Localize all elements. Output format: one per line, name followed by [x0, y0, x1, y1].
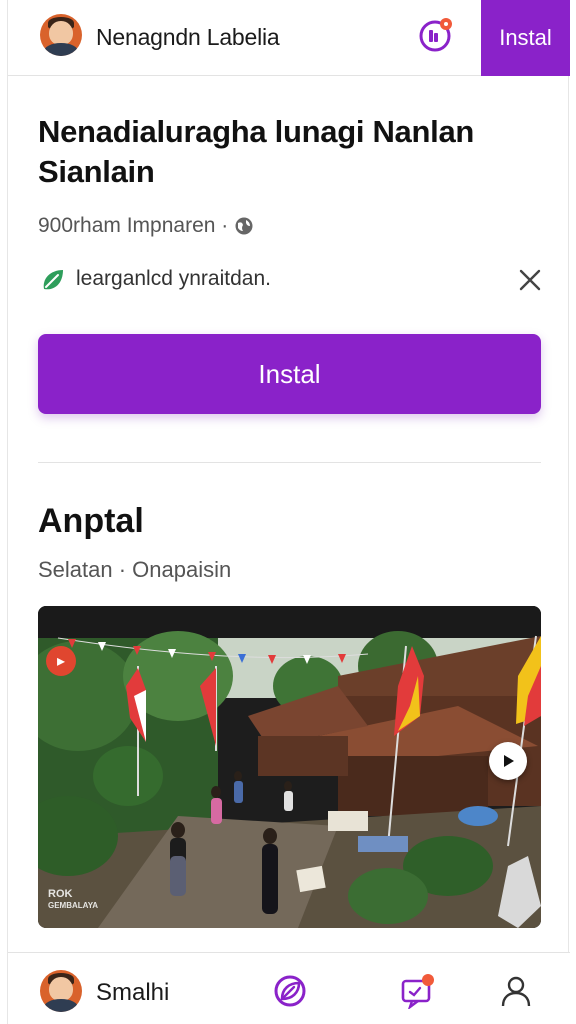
nav-profile-name[interactable]: Smalhi	[96, 979, 169, 1007]
nav-avatar[interactable]	[40, 970, 82, 1012]
header-avatar[interactable]	[40, 14, 82, 56]
divider	[38, 462, 541, 463]
section-subtitle: Selatan · Onapaisin	[38, 557, 232, 582]
profile-icon[interactable]	[498, 973, 534, 1009]
close-icon[interactable]	[517, 267, 543, 293]
bottom-navigation: Smalhi	[8, 952, 570, 1024]
play-icon	[504, 755, 514, 767]
app-frame: Nenagndn Labelia Instal Nenadialuragha l…	[7, 0, 570, 1024]
listing-meta-text: 900rham Impnaren ·	[38, 214, 229, 237]
verified-notice: learganlcd ynraitdan.	[38, 265, 543, 295]
verified-text: learganlcd ynraitdan.	[76, 267, 271, 290]
watermark-line-2: GEMBALAYA	[48, 901, 99, 910]
header-install-button[interactable]: Instal	[481, 0, 570, 76]
next-media-button[interactable]	[489, 742, 527, 780]
explore-icon[interactable]	[272, 973, 308, 1009]
media-preview[interactable]: ▸ ROK GEMBALAYA	[38, 606, 541, 928]
globe-icon	[235, 217, 253, 235]
notification-icon[interactable]	[418, 17, 454, 53]
section-title: Anptal	[38, 502, 144, 540]
listing-meta: 900rham Impnaren ·	[38, 214, 254, 238]
media-watermark: ROK GEMBALAYA	[48, 888, 98, 912]
watermark-line-1: ROK	[48, 888, 73, 900]
media-badge-icon: ▸	[46, 646, 76, 676]
install-button[interactable]: Instal	[38, 334, 541, 414]
leaf-icon	[43, 270, 63, 290]
village-scene-image	[38, 606, 541, 928]
top-header: Nenagndn Labelia Instal	[8, 0, 570, 76]
header-title: Nenagndn Labelia	[96, 24, 280, 50]
messages-icon[interactable]	[400, 973, 436, 1009]
listing-title: Nenadialuragha lunagi Nanlan Sianlain	[38, 114, 475, 189]
